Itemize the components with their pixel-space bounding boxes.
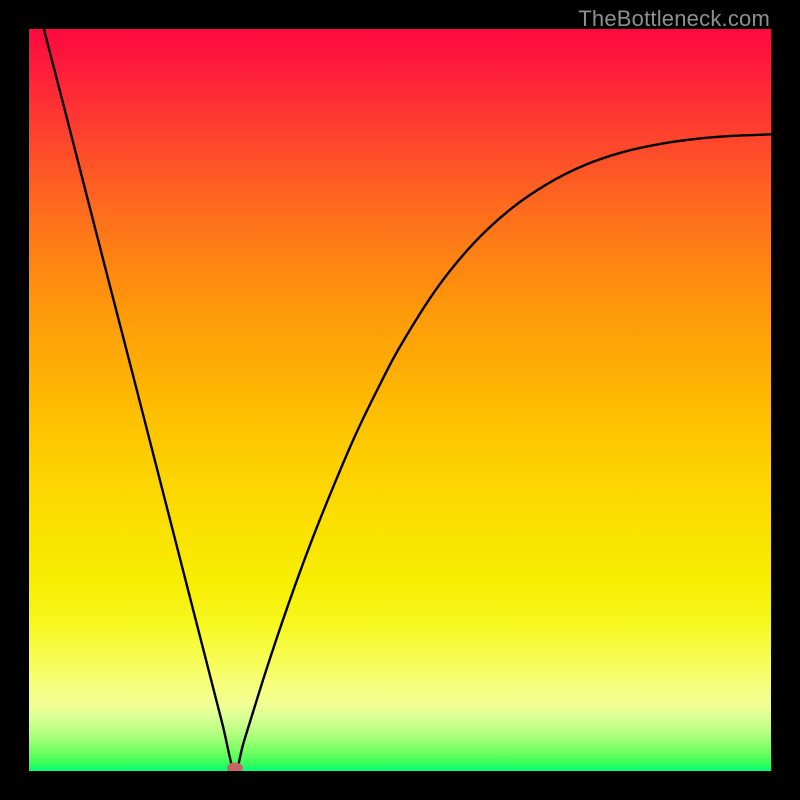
chart-frame: TheBottleneck.com xyxy=(0,0,800,800)
minimum-marker xyxy=(227,763,243,772)
watermark-text: TheBottleneck.com xyxy=(578,6,770,32)
plot-area xyxy=(29,29,771,771)
bottleneck-curve xyxy=(29,29,771,771)
